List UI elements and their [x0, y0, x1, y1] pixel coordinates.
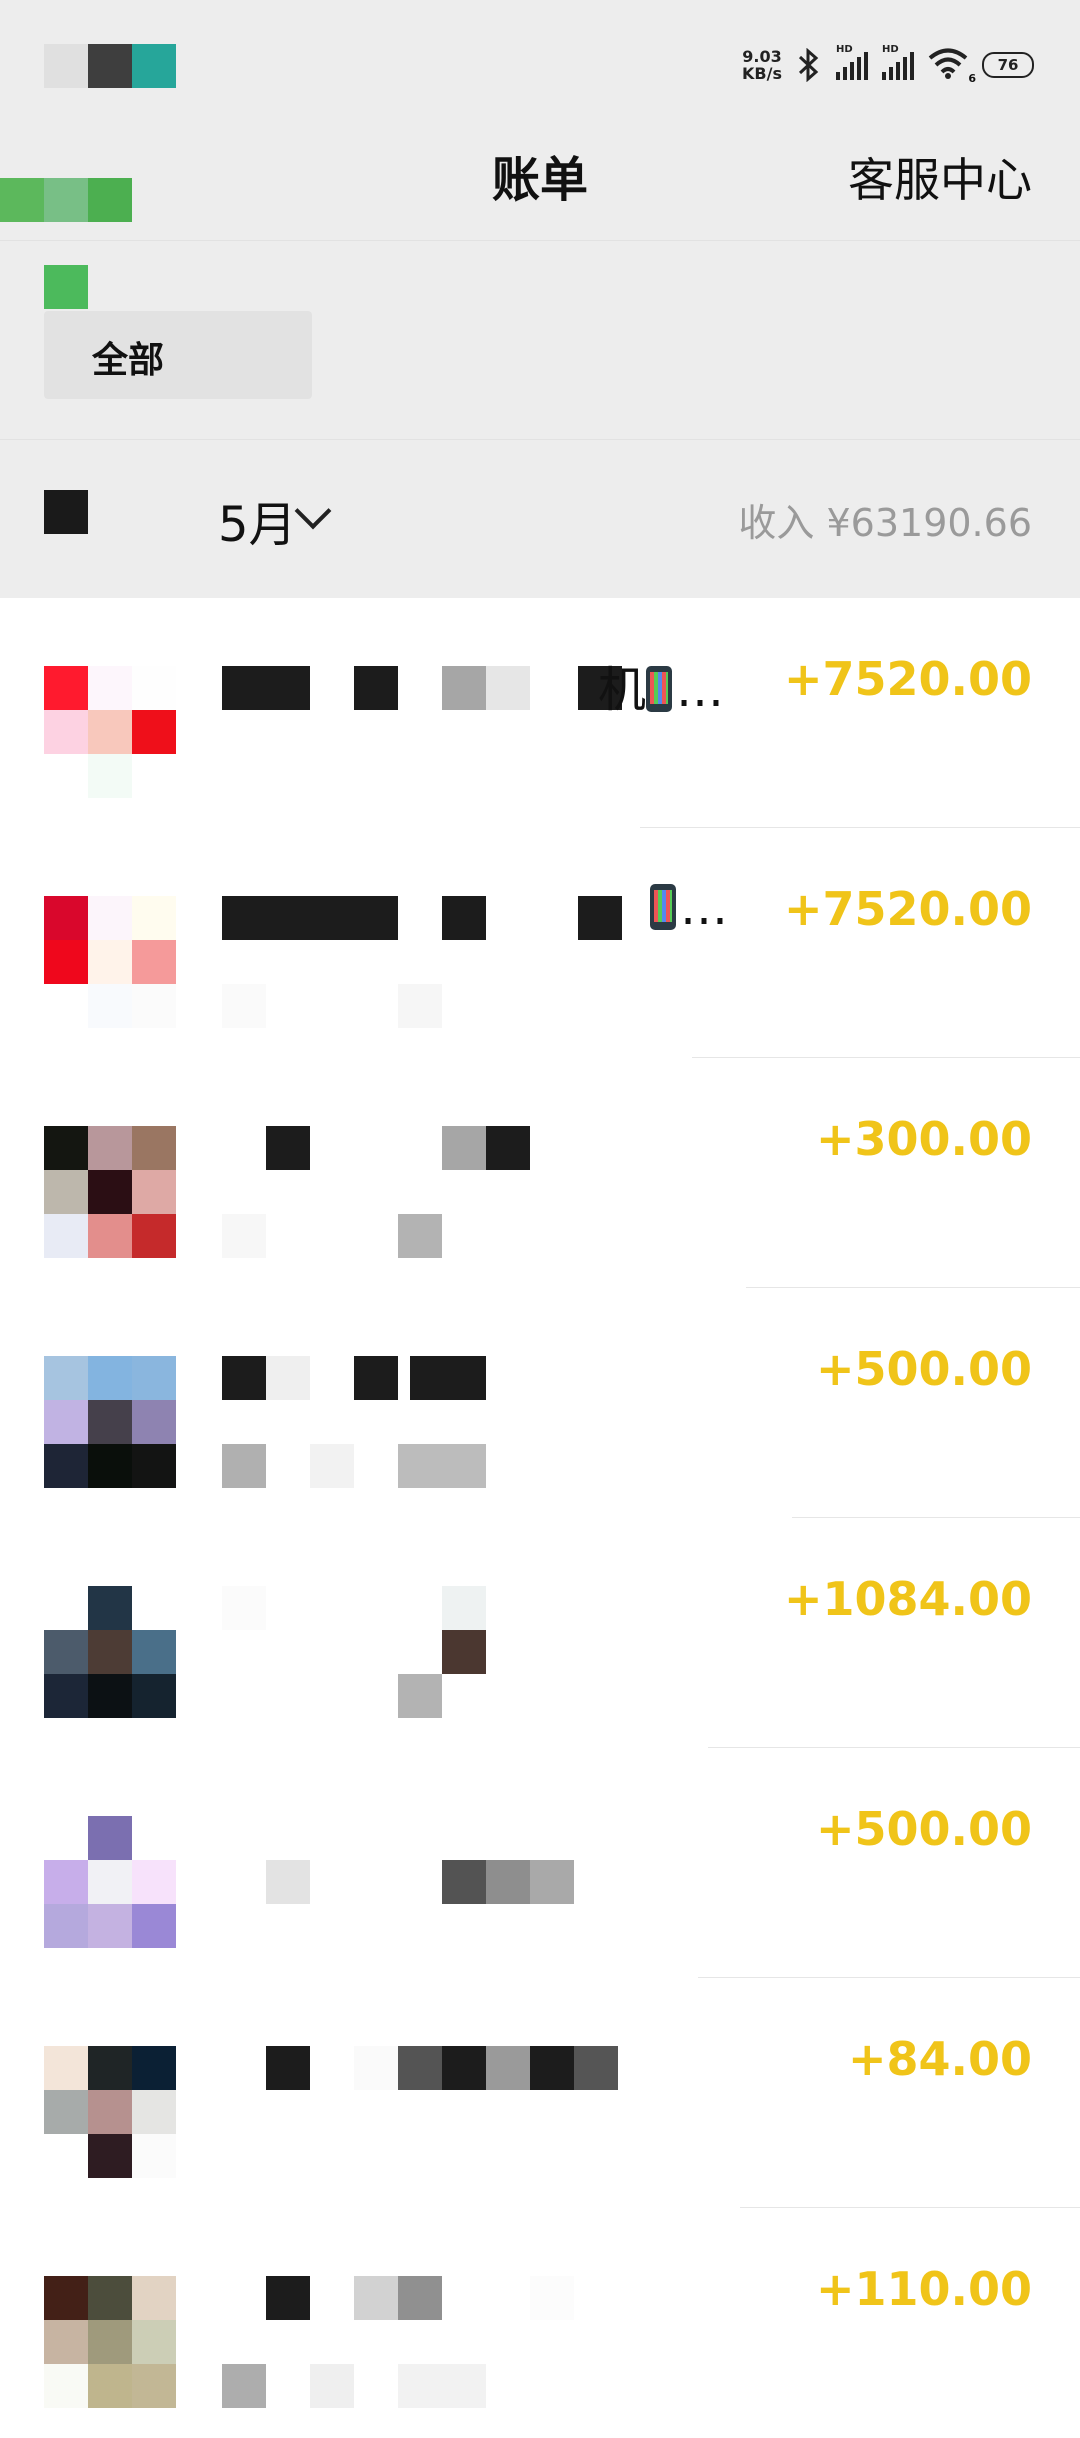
redacted-text	[222, 1816, 672, 1948]
avatar	[44, 1816, 176, 1948]
transaction-row[interactable]: +110.00	[0, 2208, 1080, 2438]
phone-icon	[646, 666, 673, 712]
status-bar: 1( 9.03 KB/s HD HD 6 76	[0, 0, 1080, 138]
transaction-row[interactable]: +300.00	[0, 1058, 1080, 1288]
transaction-row[interactable]: … +7520.00	[0, 828, 1080, 1058]
month-row: 5月 收入 ¥63190.66	[0, 440, 1080, 598]
battery-icon: 76	[982, 52, 1034, 78]
redacted-text	[222, 2046, 672, 2178]
redacted-text	[222, 1586, 672, 1718]
redacted-text	[222, 2276, 672, 2408]
redacted-text	[222, 896, 672, 1028]
avatar	[44, 1586, 176, 1718]
avatar	[44, 2276, 176, 2408]
avatar	[44, 1126, 176, 1258]
transaction-amount: +110.00	[815, 2262, 1032, 2316]
transaction-row[interactable]: +84.00	[0, 1978, 1080, 2208]
status-icons: 9.03 KB/s HD HD 6 76	[742, 40, 1034, 90]
app-header: 账单 客服中心	[0, 110, 1080, 241]
transaction-amount: +300.00	[815, 1112, 1032, 1166]
chevron-down-icon[interactable]	[294, 492, 332, 530]
transaction-title: …	[650, 880, 728, 936]
filter-label: 全部	[92, 340, 165, 381]
transaction-row[interactable]: 机… +7520.00	[0, 598, 1080, 828]
signal-icon: HD	[882, 44, 914, 80]
transaction-amount: +7520.00	[783, 882, 1032, 936]
pixelated-region	[132, 44, 176, 88]
bluetooth-icon	[798, 48, 819, 82]
pixelated-region	[44, 44, 88, 88]
pixelated-region	[88, 44, 132, 88]
filter-button[interactable]: 全部	[44, 311, 312, 399]
phone-icon	[650, 884, 676, 930]
transaction-list: 机… +7520.00 … +7520.00 +300.00 +500.00 +…	[0, 598, 1080, 2438]
transaction-row[interactable]: +1084.00	[0, 1518, 1080, 1748]
signal-icon: HD	[836, 44, 868, 80]
transaction-row[interactable]: +500.00	[0, 1748, 1080, 1978]
customer-service-link[interactable]: 客服中心	[848, 144, 1032, 210]
redacted-text	[222, 1126, 672, 1258]
net-speed: 9.03 KB/s	[742, 47, 782, 83]
transaction-amount: +7520.00	[783, 652, 1032, 706]
income-total: 收入 ¥63190.66	[738, 501, 1032, 545]
avatar	[44, 666, 176, 798]
avatar	[44, 2046, 176, 2178]
month-icon	[44, 490, 88, 534]
transaction-amount: +500.00	[815, 1802, 1032, 1856]
transaction-amount: +500.00	[815, 1342, 1032, 1396]
avatar	[44, 896, 176, 1028]
transaction-row[interactable]: +500.00	[0, 1288, 1080, 1518]
month-selector[interactable]: 5月	[218, 485, 297, 555]
filter-section: 全部	[0, 241, 1080, 440]
redacted-text	[222, 1356, 672, 1488]
transaction-title: 机…	[598, 662, 725, 718]
avatar	[44, 1356, 176, 1488]
wifi-icon: 6	[928, 47, 976, 85]
transaction-amount: +1084.00	[783, 1572, 1032, 1626]
pixelated-region	[44, 265, 88, 309]
transaction-amount: +84.00	[847, 2032, 1032, 2086]
